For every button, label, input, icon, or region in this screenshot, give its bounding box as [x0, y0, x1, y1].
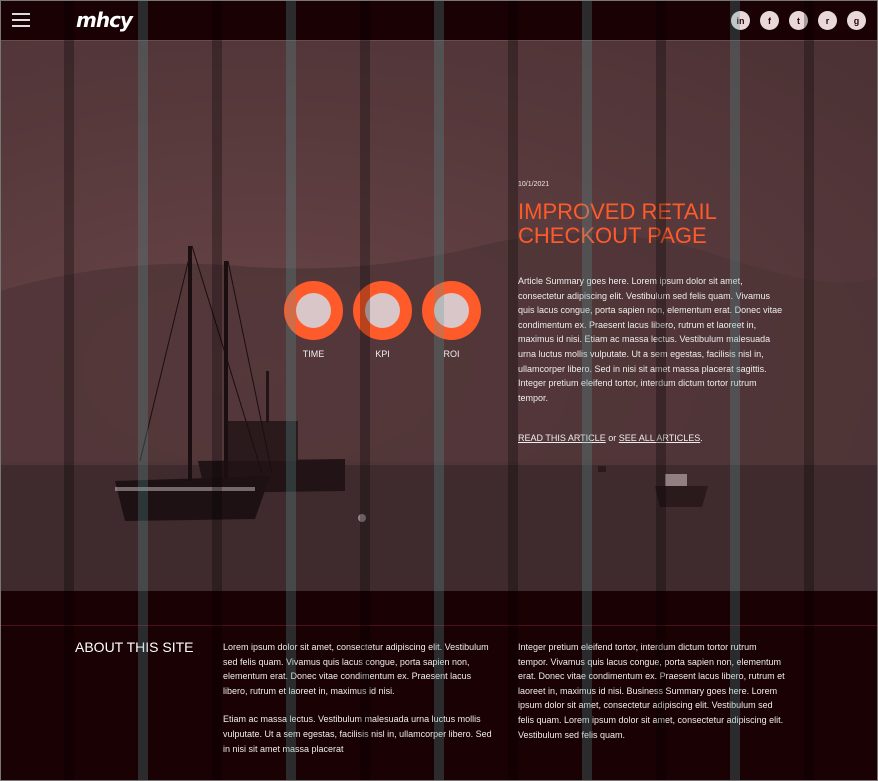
- read-article-link[interactable]: READ THIS ARTICLE: [518, 433, 606, 443]
- article-title: IMPROVED RETAIL CHECKOUT PAGE: [518, 199, 717, 248]
- reddit-icon[interactable]: r: [818, 11, 837, 30]
- metric-label: KPI: [375, 349, 390, 359]
- metric-label: ROI: [443, 349, 460, 359]
- github-icon[interactable]: g: [847, 11, 866, 30]
- article-teaser: 10/1/2021 IMPROVED RETAIL CHECKOUT PAGE …: [518, 181, 788, 443]
- about-heading: ABOUT THIS SITE: [75, 639, 194, 655]
- metric-label: TIME: [302, 349, 325, 359]
- about-paragraph: Etiam ac massa lectus. Vestibulum malesu…: [223, 714, 492, 754]
- facebook-icon[interactable]: f: [760, 11, 779, 30]
- metric-kpi: KPI: [353, 281, 412, 359]
- about-paragraph: Lorem ipsum dolor sit amet, consectetur …: [223, 642, 489, 696]
- period-text: .: [700, 433, 703, 444]
- about-column-2: Integer pretium eleifend tortor, interdu…: [518, 642, 785, 740]
- about-footer: ABOUT THIS SITE Lorem ipsum dolor sit am…: [0, 591, 878, 781]
- hero-section: TIME KPI ROI 10/1/2021 IMPROVED RETAIL C…: [0, 41, 878, 591]
- see-all-articles-link[interactable]: SEE ALL ARTICLES: [619, 433, 701, 443]
- metric-roi: ROI: [422, 281, 481, 359]
- time-ring-icon[interactable]: [284, 281, 343, 340]
- site-logo[interactable]: mhcy: [76, 8, 133, 32]
- metric-time: TIME: [284, 281, 343, 359]
- hamburger-icon[interactable]: [12, 13, 30, 27]
- linkedin-icon[interactable]: in: [731, 11, 750, 30]
- roi-ring-icon[interactable]: [422, 281, 481, 340]
- top-navigation-bar: mhcy in f t r g: [0, 0, 878, 41]
- article-links: READ THIS ARTICLE or SEE ALL ARTICLES.: [518, 433, 788, 443]
- or-text: or: [605, 433, 619, 444]
- article-date: 10/1/2021: [518, 181, 550, 188]
- about-column-1: Lorem ipsum dolor sit amet, consectetur …: [223, 640, 493, 770]
- kpi-ring-icon[interactable]: [353, 281, 412, 340]
- metrics-group: TIME KPI ROI: [284, 281, 481, 359]
- article-summary: Article Summary goes here. Lorem ipsum d…: [518, 276, 783, 403]
- social-links: in f t r g: [731, 11, 866, 30]
- footer-divider: [0, 625, 878, 626]
- twitter-icon[interactable]: t: [789, 11, 808, 30]
